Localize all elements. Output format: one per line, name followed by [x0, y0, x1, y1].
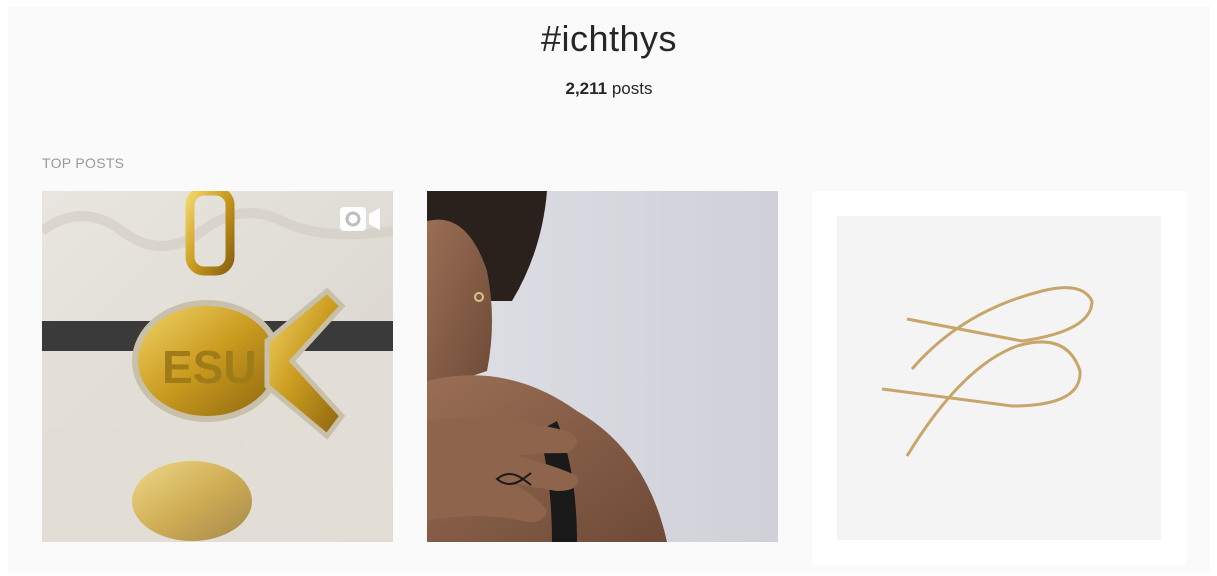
top-post-1[interactable]: ESU: [42, 191, 393, 542]
top-posts-heading: TOP POSTS: [42, 155, 125, 171]
post-image-earring: [812, 191, 1186, 565]
post-count-number: 2,211: [565, 79, 608, 98]
post-count-label: posts: [611, 79, 653, 98]
post-image-tattoo: [427, 191, 778, 542]
hashtag-page: #ichthys 2,211 posts TOP POSTS ESU: [8, 6, 1210, 572]
svg-text:ESU: ESU: [162, 341, 257, 393]
video-camera-icon: [340, 207, 380, 231]
post-image-pendant: ESU: [42, 191, 393, 542]
page-title: #ichthys: [540, 18, 678, 59]
top-post-3[interactable]: [812, 191, 1186, 565]
top-post-2[interactable]: [427, 191, 778, 542]
post-count: 2,211 posts: [8, 79, 1210, 99]
